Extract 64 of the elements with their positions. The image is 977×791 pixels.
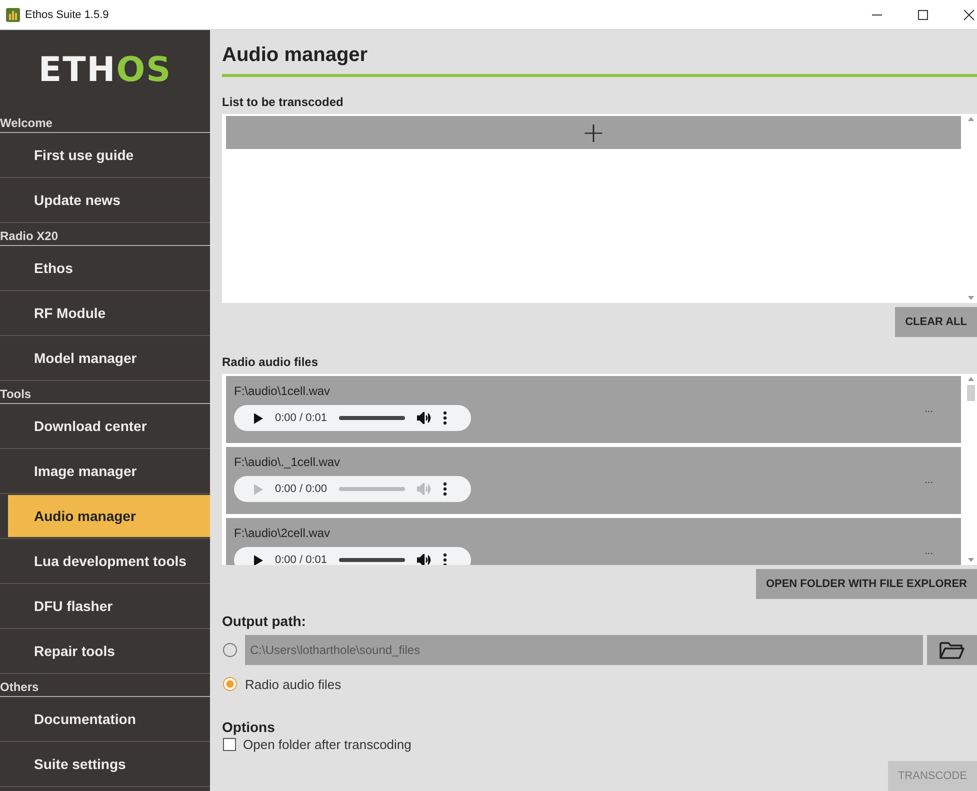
volume-icon[interactable] [417,554,431,565]
progress-track[interactable] [339,558,405,562]
open-folder-button[interactable]: OPEN FOLDER WITH FILE EXPLORER [756,569,977,599]
sidebar-item[interactable]: Ethos [8,247,210,289]
progress-track[interactable] [339,416,405,420]
sidebar-item[interactable]: First use guide [8,134,210,176]
more-button[interactable]: ... [920,546,937,557]
play-icon[interactable] [254,412,263,424]
checkbox-label: Open folder after transcoding [243,737,412,752]
clear-all-button[interactable]: CLEAR ALL [895,307,977,337]
sidebar-item[interactable]: Suite settings [8,743,210,785]
section-header: Radio X20 [0,223,210,246]
sidebar-item[interactable]: Documentation [8,698,210,740]
sidebar-item[interactable]: Image manager [8,450,210,492]
radio-button[interactable] [223,643,237,657]
file-row[interactable]: F:\audio\1cell.wav 0:00 / 0:01 ... [226,376,961,443]
more-button[interactable]: ... [920,404,937,415]
play-icon[interactable] [254,554,263,565]
sidebar-item[interactable]: RF Module [8,292,210,334]
scroll-down-icon[interactable] [968,296,974,300]
time-text: 0:00 / 0:01 [275,412,327,424]
scroll-down-icon[interactable] [968,558,974,562]
maximize-icon[interactable] [917,8,929,20]
scrollbar[interactable] [965,114,977,303]
sidebar-item[interactable]: DFU flasher [8,585,210,627]
time-text: 0:00 / 0:00 [275,483,327,495]
sidebar-item[interactable]: Audio manager [8,495,210,537]
sidebar-item[interactable]: Repair tools [8,630,210,672]
add-button[interactable]: + [226,116,961,149]
sidebar-item[interactable]: Model manager [8,337,210,379]
file-path: F:\audio\._1cell.wav [234,455,342,469]
section-header: Tools [0,381,210,404]
more-icon[interactable] [443,411,447,425]
checkbox[interactable] [223,738,236,751]
time-text: 0:00 / 0:01 [275,554,327,565]
folder-icon [939,640,965,660]
sidebar-item[interactable]: Download center [8,405,210,447]
radio-label: Radio audio files [245,676,342,692]
page-title: Audio manager [222,44,369,68]
section-label: List to be transcoded [222,95,344,109]
sidebar-item[interactable]: Update news [8,179,210,221]
section-header: Welcome [0,110,210,133]
volume-icon[interactable] [417,412,431,424]
section-header: Others [0,674,210,697]
section-label: Output path: [222,613,307,629]
close-icon[interactable] [963,8,975,20]
scroll-thumb[interactable] [967,385,975,401]
app-icon [6,8,20,22]
window-title: Ethos Suite 1.5.9 [25,8,109,20]
radio-button[interactable] [223,677,237,691]
scrollbar[interactable] [965,374,977,565]
more-icon[interactable] [443,553,447,565]
section-label: Options [222,719,276,735]
file-path: F:\audio\2cell.wav [234,526,332,540]
scroll-up-icon[interactable] [968,117,974,121]
sidebar-item[interactable]: Lua development tools [8,540,210,582]
audio-player[interactable]: 0:00 / 0:01 [234,547,471,565]
scroll-up-icon[interactable] [968,377,974,381]
browse-button[interactable] [927,635,977,665]
section-label: Radio audio files [222,355,320,369]
audio-player[interactable]: 0:00 / 0:01 [234,405,471,431]
file-row[interactable]: F:\audio\2cell.wav 0:00 / 0:01 ... [226,518,961,565]
logo: ETHOS [38,50,172,90]
file-path: F:\audio\1cell.wav [234,384,332,398]
